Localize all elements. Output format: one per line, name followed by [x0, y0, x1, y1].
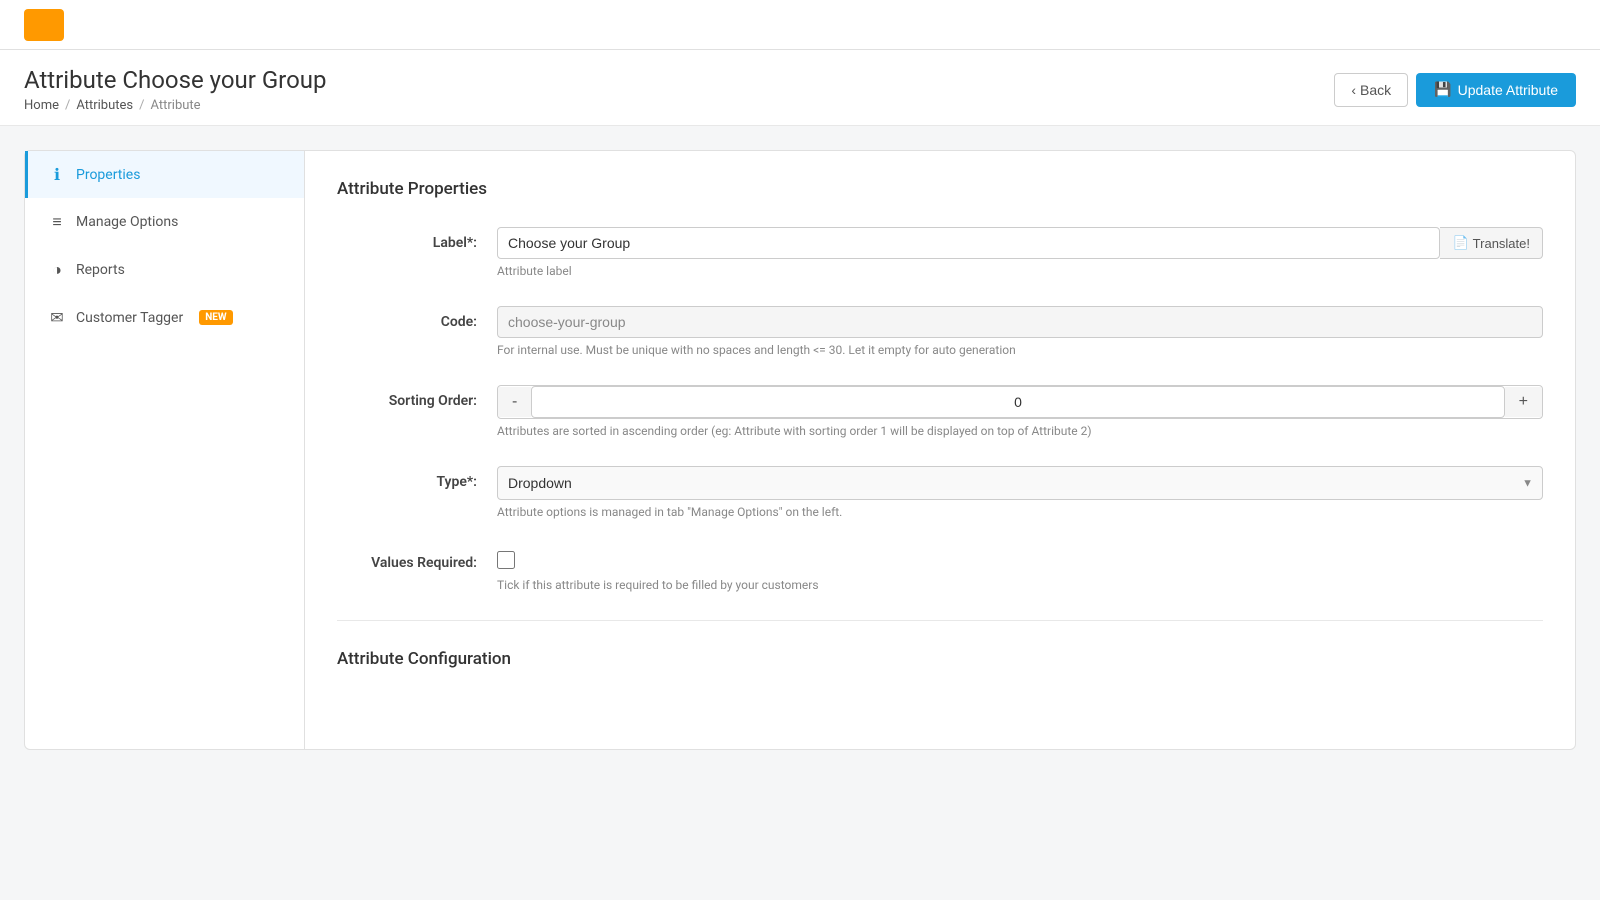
- new-badge: NEW: [199, 310, 232, 325]
- update-button-label: Update Attribute: [1458, 82, 1558, 98]
- values-required-field-wrap: Tick if this attribute is required to be…: [497, 547, 1543, 592]
- back-button[interactable]: ‹ Back: [1334, 73, 1408, 107]
- sidebar-item-properties[interactable]: ℹ Properties: [25, 151, 304, 198]
- label-field-label: Label*:: [337, 227, 497, 251]
- list-icon: ≡: [48, 212, 66, 232]
- sidebar-item-customer-tagger[interactable]: ✉ Customer Tagger NEW: [25, 294, 304, 341]
- values-required-form-group: Values Required: Tick if this attribute …: [337, 547, 1543, 592]
- code-form-group: Code: For internal use. Must be unique w…: [337, 306, 1543, 357]
- sorting-order-field-wrap: - + Attributes are sorted in ascending o…: [497, 385, 1543, 438]
- back-chevron-icon: ‹: [1351, 82, 1356, 98]
- sorting-input-container: - +: [497, 385, 1543, 419]
- config-section-title: Attribute Configuration: [337, 649, 1543, 669]
- label-form-group: Label*: 📄 Translate! Attribute label: [337, 227, 1543, 278]
- sidebar-label-properties: Properties: [76, 167, 140, 183]
- code-input[interactable]: [497, 306, 1543, 338]
- sidebar-nav: ℹ Properties ≡ Manage Options ◑ Reports …: [25, 151, 305, 749]
- info-icon: ℹ: [48, 165, 66, 184]
- type-help-text: Attribute options is managed in tab "Man…: [497, 505, 1543, 519]
- update-attribute-button[interactable]: 💾 Update Attribute: [1416, 73, 1576, 107]
- breadcrumb-home[interactable]: Home: [24, 98, 59, 113]
- page-header: Attribute Choose your Group Home / Attri…: [0, 50, 1600, 126]
- type-form-group: Type*: Dropdown Text Date Yes/No Attribu…: [337, 466, 1543, 519]
- label-field-wrap: 📄 Translate! Attribute label: [497, 227, 1543, 278]
- sidebar-item-manage-options[interactable]: ≡ Manage Options: [25, 198, 304, 246]
- label-input[interactable]: [497, 227, 1440, 259]
- label-input-container: 📄 Translate!: [497, 227, 1543, 259]
- values-required-checkbox[interactable]: [497, 551, 515, 569]
- tag-icon: ✉: [48, 308, 66, 327]
- top-bar: [0, 0, 1600, 50]
- breadcrumb-sep-2: /: [139, 98, 144, 113]
- sorting-increment-button[interactable]: +: [1505, 387, 1542, 417]
- code-help-text: For internal use. Must be unique with no…: [497, 343, 1543, 357]
- sidebar-label-reports: Reports: [76, 262, 125, 278]
- translate-button-label: Translate!: [1473, 236, 1530, 251]
- section-divider: [337, 620, 1543, 621]
- sorting-order-input[interactable]: [531, 386, 1504, 418]
- minus-icon: -: [512, 393, 517, 410]
- type-select-container: Dropdown Text Date Yes/No: [497, 466, 1543, 500]
- translate-button[interactable]: 📄 Translate!: [1440, 227, 1543, 259]
- form-area: Attribute Properties Label*: 📄 Translate…: [305, 151, 1575, 749]
- header-actions: ‹ Back 💾 Update Attribute: [1334, 73, 1576, 107]
- breadcrumb-attribute: Attribute: [151, 98, 201, 113]
- plus-icon: +: [1519, 393, 1528, 410]
- values-required-help-text: Tick if this attribute is required to be…: [497, 578, 1543, 592]
- translate-icon: 📄: [1452, 235, 1468, 251]
- header-left: Attribute Choose your Group Home / Attri…: [24, 66, 326, 113]
- type-field-label: Type*:: [337, 466, 497, 490]
- back-button-label: Back: [1360, 82, 1391, 98]
- breadcrumb-attributes[interactable]: Attributes: [76, 98, 133, 113]
- values-required-label: Values Required:: [337, 547, 497, 571]
- type-field-wrap: Dropdown Text Date Yes/No Attribute opti…: [497, 466, 1543, 519]
- sidebar-label-manage-options: Manage Options: [76, 214, 178, 230]
- page-title: Attribute Choose your Group: [24, 66, 326, 94]
- main-card: ℹ Properties ≡ Manage Options ◑ Reports …: [24, 150, 1576, 750]
- sorting-order-help-text: Attributes are sorted in ascending order…: [497, 424, 1543, 438]
- sorting-decrement-button[interactable]: -: [498, 387, 531, 417]
- sorting-order-form-group: Sorting Order: - + Attributes are sorted…: [337, 385, 1543, 438]
- reports-icon: ◑: [48, 260, 66, 280]
- breadcrumb-sep-1: /: [65, 98, 70, 113]
- type-select[interactable]: Dropdown Text Date Yes/No: [497, 466, 1543, 500]
- sidebar-item-reports[interactable]: ◑ Reports: [25, 246, 304, 294]
- code-field-wrap: For internal use. Must be unique with no…: [497, 306, 1543, 357]
- sorting-order-label: Sorting Order:: [337, 385, 497, 409]
- save-icon: 💾: [1434, 81, 1451, 98]
- main-content: ℹ Properties ≡ Manage Options ◑ Reports …: [0, 126, 1600, 774]
- label-help-text: Attribute label: [497, 264, 1543, 278]
- breadcrumb: Home / Attributes / Attribute: [24, 98, 326, 113]
- code-field-label: Code:: [337, 306, 497, 330]
- properties-section-title: Attribute Properties: [337, 179, 1543, 199]
- logo: [24, 9, 64, 41]
- sidebar-label-customer-tagger: Customer Tagger: [76, 310, 183, 326]
